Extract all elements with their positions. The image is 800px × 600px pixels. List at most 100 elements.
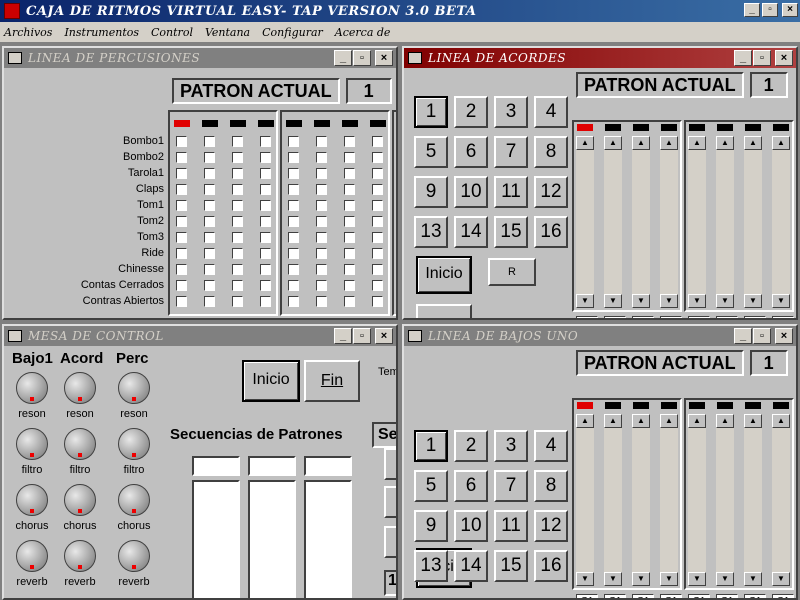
slider-down-arrow[interactable]: ▼ <box>772 572 790 586</box>
step-checkbox[interactable] <box>288 200 299 211</box>
step-checkbox[interactable] <box>372 296 383 307</box>
bajos-close-button[interactable]: × <box>775 328 793 344</box>
slider-up-arrow[interactable]: ▲ <box>660 414 678 428</box>
slider-down-arrow[interactable]: ▼ <box>716 572 734 586</box>
slider-track[interactable] <box>772 414 790 584</box>
step-checkbox[interactable] <box>232 248 243 259</box>
step-checkbox[interactable] <box>176 280 187 291</box>
step-checkbox[interactable] <box>288 168 299 179</box>
step-checkbox[interactable] <box>372 152 383 163</box>
step-checkbox[interactable] <box>260 168 271 179</box>
secuencia-field[interactable]: Se <box>372 422 396 448</box>
step-checkbox[interactable] <box>344 216 355 227</box>
pattern-button-8[interactable]: 8 <box>534 136 568 168</box>
step-checkbox[interactable] <box>204 168 215 179</box>
pattern-button-3[interactable]: 3 <box>494 430 528 462</box>
step-checkbox[interactable] <box>372 184 383 195</box>
slider-down-arrow[interactable]: ▼ <box>660 572 678 586</box>
pattern-button-6[interactable]: 6 <box>454 136 488 168</box>
slider-track[interactable] <box>688 414 706 584</box>
pattern-button-10[interactable]: 10 <box>454 176 488 208</box>
side-button-1[interactable] <box>384 448 396 480</box>
slider-down-arrow[interactable]: ▼ <box>632 294 650 308</box>
pattern-button-12[interactable]: 12 <box>534 176 568 208</box>
secuencia-list-3[interactable] <box>304 480 352 598</box>
step-checkbox[interactable] <box>260 184 271 195</box>
slider-track[interactable] <box>660 136 678 306</box>
knob[interactable] <box>16 372 48 404</box>
step-checkbox[interactable] <box>260 216 271 227</box>
pattern-button-9[interactable]: 9 <box>414 510 448 542</box>
menu-archivos[interactable]: Archivos <box>4 26 52 39</box>
slider-track[interactable] <box>660 414 678 584</box>
slider-up-arrow[interactable]: ▲ <box>660 136 678 150</box>
pattern-button-15[interactable]: 15 <box>494 216 528 248</box>
percusiones-maximize-button[interactable]: ▫ <box>353 50 371 66</box>
pattern-button-5[interactable]: 5 <box>414 470 448 502</box>
step-checkbox[interactable] <box>288 152 299 163</box>
slider-up-arrow[interactable]: ▲ <box>772 136 790 150</box>
pattern-button-7[interactable]: 7 <box>494 470 528 502</box>
step-checkbox[interactable] <box>344 136 355 147</box>
knob[interactable] <box>64 484 96 516</box>
step-checkbox[interactable] <box>372 280 383 291</box>
pattern-button-12[interactable]: 12 <box>534 510 568 542</box>
slider-track[interactable] <box>632 136 650 306</box>
pattern-button-2[interactable]: 2 <box>454 430 488 462</box>
step-checkbox[interactable] <box>344 296 355 307</box>
slider-up-arrow[interactable]: ▲ <box>688 136 706 150</box>
slider-up-arrow[interactable]: ▲ <box>604 136 622 150</box>
slider-down-arrow[interactable]: ▼ <box>604 572 622 586</box>
step-checkbox[interactable] <box>344 280 355 291</box>
step-checkbox[interactable] <box>176 136 187 147</box>
acordes-hidden-button[interactable] <box>416 304 472 318</box>
slider-up-arrow[interactable]: ▲ <box>772 414 790 428</box>
step-checkbox[interactable] <box>232 280 243 291</box>
menu-control[interactable]: Control <box>151 26 193 39</box>
step-checkbox[interactable] <box>288 248 299 259</box>
slider-down-arrow[interactable]: ▼ <box>716 294 734 308</box>
slider-down-arrow[interactable]: ▼ <box>744 294 762 308</box>
step-checkbox[interactable] <box>344 248 355 259</box>
slider-up-arrow[interactable]: ▲ <box>744 414 762 428</box>
knob[interactable] <box>118 540 150 572</box>
step-checkbox[interactable] <box>260 136 271 147</box>
step-checkbox[interactable] <box>232 232 243 243</box>
slider-down-arrow[interactable]: ▼ <box>576 572 594 586</box>
pattern-button-2[interactable]: 2 <box>454 96 488 128</box>
secuencia-input-2[interactable] <box>248 456 296 476</box>
step-checkbox[interactable] <box>260 264 271 275</box>
acordes-minimize-button[interactable]: _ <box>734 50 752 66</box>
secuencia-input-3[interactable] <box>304 456 352 476</box>
slider-track[interactable] <box>576 136 594 306</box>
pattern-button-14[interactable]: 14 <box>454 550 488 582</box>
step-checkbox[interactable] <box>288 264 299 275</box>
secuencia-list-2[interactable] <box>248 480 296 598</box>
step-checkbox[interactable] <box>204 200 215 211</box>
step-checkbox[interactable] <box>288 184 299 195</box>
slider-up-arrow[interactable]: ▲ <box>632 414 650 428</box>
slider-track[interactable] <box>632 414 650 584</box>
pattern-button-13[interactable]: 13 <box>414 216 448 248</box>
step-checkbox[interactable] <box>288 136 299 147</box>
step-checkbox[interactable] <box>316 280 327 291</box>
step-checkbox[interactable] <box>344 168 355 179</box>
slider-up-arrow[interactable]: ▲ <box>576 414 594 428</box>
percusiones-minimize-button[interactable]: _ <box>334 50 352 66</box>
step-checkbox[interactable] <box>204 152 215 163</box>
knob[interactable] <box>118 372 150 404</box>
acordes-close-button[interactable]: × <box>775 50 793 66</box>
slider-down-arrow[interactable]: ▼ <box>688 294 706 308</box>
knob[interactable] <box>64 428 96 460</box>
step-checkbox[interactable] <box>176 296 187 307</box>
step-checkbox[interactable] <box>260 232 271 243</box>
step-checkbox[interactable] <box>260 248 271 259</box>
knob[interactable] <box>16 484 48 516</box>
step-checkbox[interactable] <box>232 168 243 179</box>
pattern-button-4[interactable]: 4 <box>534 96 568 128</box>
knob[interactable] <box>16 428 48 460</box>
control-close-button[interactable]: × <box>375 328 393 344</box>
slider-track[interactable] <box>716 414 734 584</box>
pattern-button-16[interactable]: 16 <box>534 216 568 248</box>
pattern-button-5[interactable]: 5 <box>414 136 448 168</box>
